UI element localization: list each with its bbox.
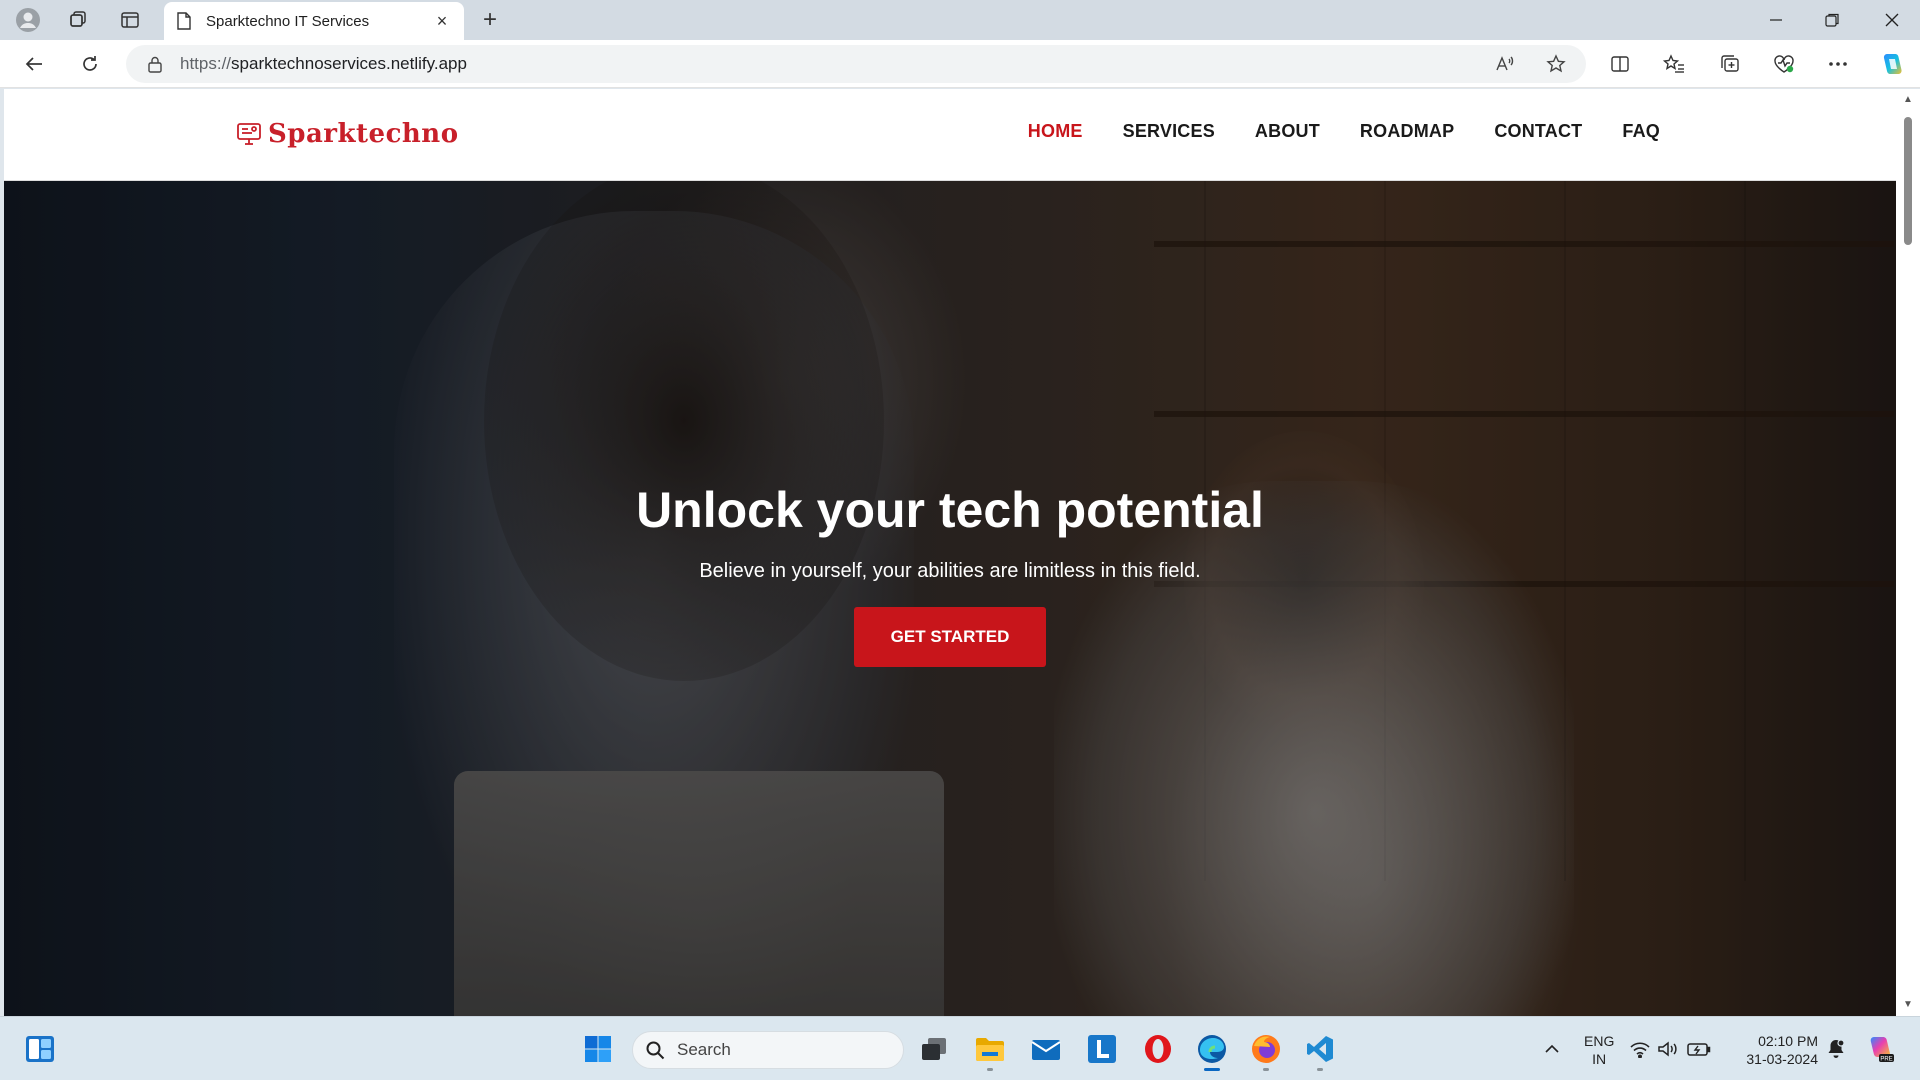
nav-contact[interactable]: CONTACT: [1494, 121, 1582, 142]
browser-toolbar: https://sparktechnoservices.netlify.app: [0, 40, 1920, 88]
hero-section: Unlock your tech potential Believe in yo…: [4, 181, 1896, 1016]
copilot-icon[interactable]: [1874, 48, 1910, 80]
notification-bell-icon[interactable]: [1822, 1027, 1850, 1071]
monitor-logo-icon: [237, 123, 261, 145]
language-indicator[interactable]: ENG IN: [1584, 1032, 1614, 1068]
widgets-icon[interactable]: [18, 1027, 62, 1071]
logo-text: Sparktechno: [268, 119, 459, 149]
nav-services[interactable]: SERVICES: [1123, 121, 1215, 142]
address-bar[interactable]: https://sparktechnoservices.netlify.app: [126, 45, 1586, 83]
page-scrollbar[interactable]: ▲ ▼: [1896, 89, 1920, 1016]
taskbar: Search ENG IN 02:10 PM 31-03-2024 PRE: [0, 1016, 1920, 1080]
hero-subtitle: Believe in yourself, your abilities are …: [699, 560, 1201, 582]
profile-icon[interactable]: [10, 4, 46, 36]
search-icon: [646, 1041, 665, 1060]
nav-about[interactable]: ABOUT: [1255, 121, 1320, 142]
tab-title: Sparktechno IT Services: [206, 12, 370, 30]
minimize-icon[interactable]: [1748, 0, 1804, 40]
tab-close-icon[interactable]: ×: [432, 11, 452, 31]
task-view-icon[interactable]: [912, 1027, 956, 1071]
favorites-icon[interactable]: [1656, 48, 1692, 80]
chevron-up-icon[interactable]: [1530, 1027, 1574, 1071]
read-aloud-icon[interactable]: [1486, 45, 1522, 83]
new-tab-button[interactable]: +: [472, 4, 508, 36]
nav-roadmap[interactable]: ROADMAP: [1360, 121, 1454, 142]
back-icon[interactable]: [16, 48, 52, 80]
split-screen-icon[interactable]: [1602, 48, 1638, 80]
battery-icon[interactable]: [1684, 1027, 1714, 1071]
l-app-icon[interactable]: [1080, 1027, 1124, 1071]
url-text: https://sparktechnoservices.netlify.app: [180, 54, 467, 73]
refresh-icon[interactable]: [72, 48, 108, 80]
site-header: Sparktechno HOME SERVICES ABOUT ROADMAP …: [4, 89, 1896, 181]
vscode-icon[interactable]: [1298, 1027, 1342, 1071]
main-nav: HOME SERVICES ABOUT ROADMAP CONTACT FAQ: [1028, 121, 1660, 142]
copilot-taskbar-icon[interactable]: PRE: [1858, 1027, 1902, 1071]
restore-icon[interactable]: [1804, 0, 1860, 40]
nav-home[interactable]: HOME: [1028, 121, 1083, 142]
clock[interactable]: 02:10 PM 31-03-2024: [1736, 1032, 1818, 1068]
firefox-icon[interactable]: [1244, 1027, 1288, 1071]
scroll-up-icon[interactable]: ▲: [1902, 95, 1914, 105]
scroll-down-icon[interactable]: ▼: [1902, 1000, 1914, 1010]
browser-tab-strip: Sparktechno IT Services × +: [0, 0, 1920, 40]
lock-icon[interactable]: [146, 55, 164, 73]
web-page: Sparktechno HOME SERVICES ABOUT ROADMAP …: [4, 89, 1896, 1016]
browser-essentials-icon[interactable]: [1766, 48, 1802, 80]
start-icon[interactable]: [576, 1027, 620, 1071]
hero-title: Unlock your tech potential: [636, 482, 1264, 538]
hero-content: Unlock your tech potential Believe in yo…: [4, 181, 1896, 1016]
workspaces-icon[interactable]: [60, 4, 96, 36]
page-icon: [177, 12, 191, 30]
search-label: Search: [677, 1040, 731, 1059]
scroll-thumb[interactable]: [1904, 117, 1912, 245]
more-options-icon[interactable]: [1820, 48, 1856, 80]
pre-badge-text: PRE: [1880, 1057, 1892, 1063]
taskbar-search[interactable]: Search: [632, 1031, 904, 1069]
edge-icon[interactable]: [1190, 1027, 1234, 1071]
volume-icon[interactable]: [1654, 1027, 1682, 1071]
opera-icon[interactable]: [1136, 1027, 1180, 1071]
file-explorer-icon[interactable]: [968, 1027, 1012, 1071]
active-tab[interactable]: Sparktechno IT Services ×: [164, 2, 464, 40]
vertical-tabs-icon[interactable]: [112, 4, 148, 36]
nav-faq[interactable]: FAQ: [1622, 121, 1660, 142]
mail-icon[interactable]: [1024, 1027, 1068, 1071]
favorite-star-icon[interactable]: [1538, 45, 1574, 83]
wifi-icon[interactable]: [1626, 1027, 1654, 1071]
collections-icon[interactable]: [1712, 48, 1748, 80]
site-logo[interactable]: Sparktechno: [236, 119, 459, 149]
close-window-icon[interactable]: [1864, 0, 1920, 40]
get-started-button[interactable]: GET STARTED: [854, 607, 1046, 667]
